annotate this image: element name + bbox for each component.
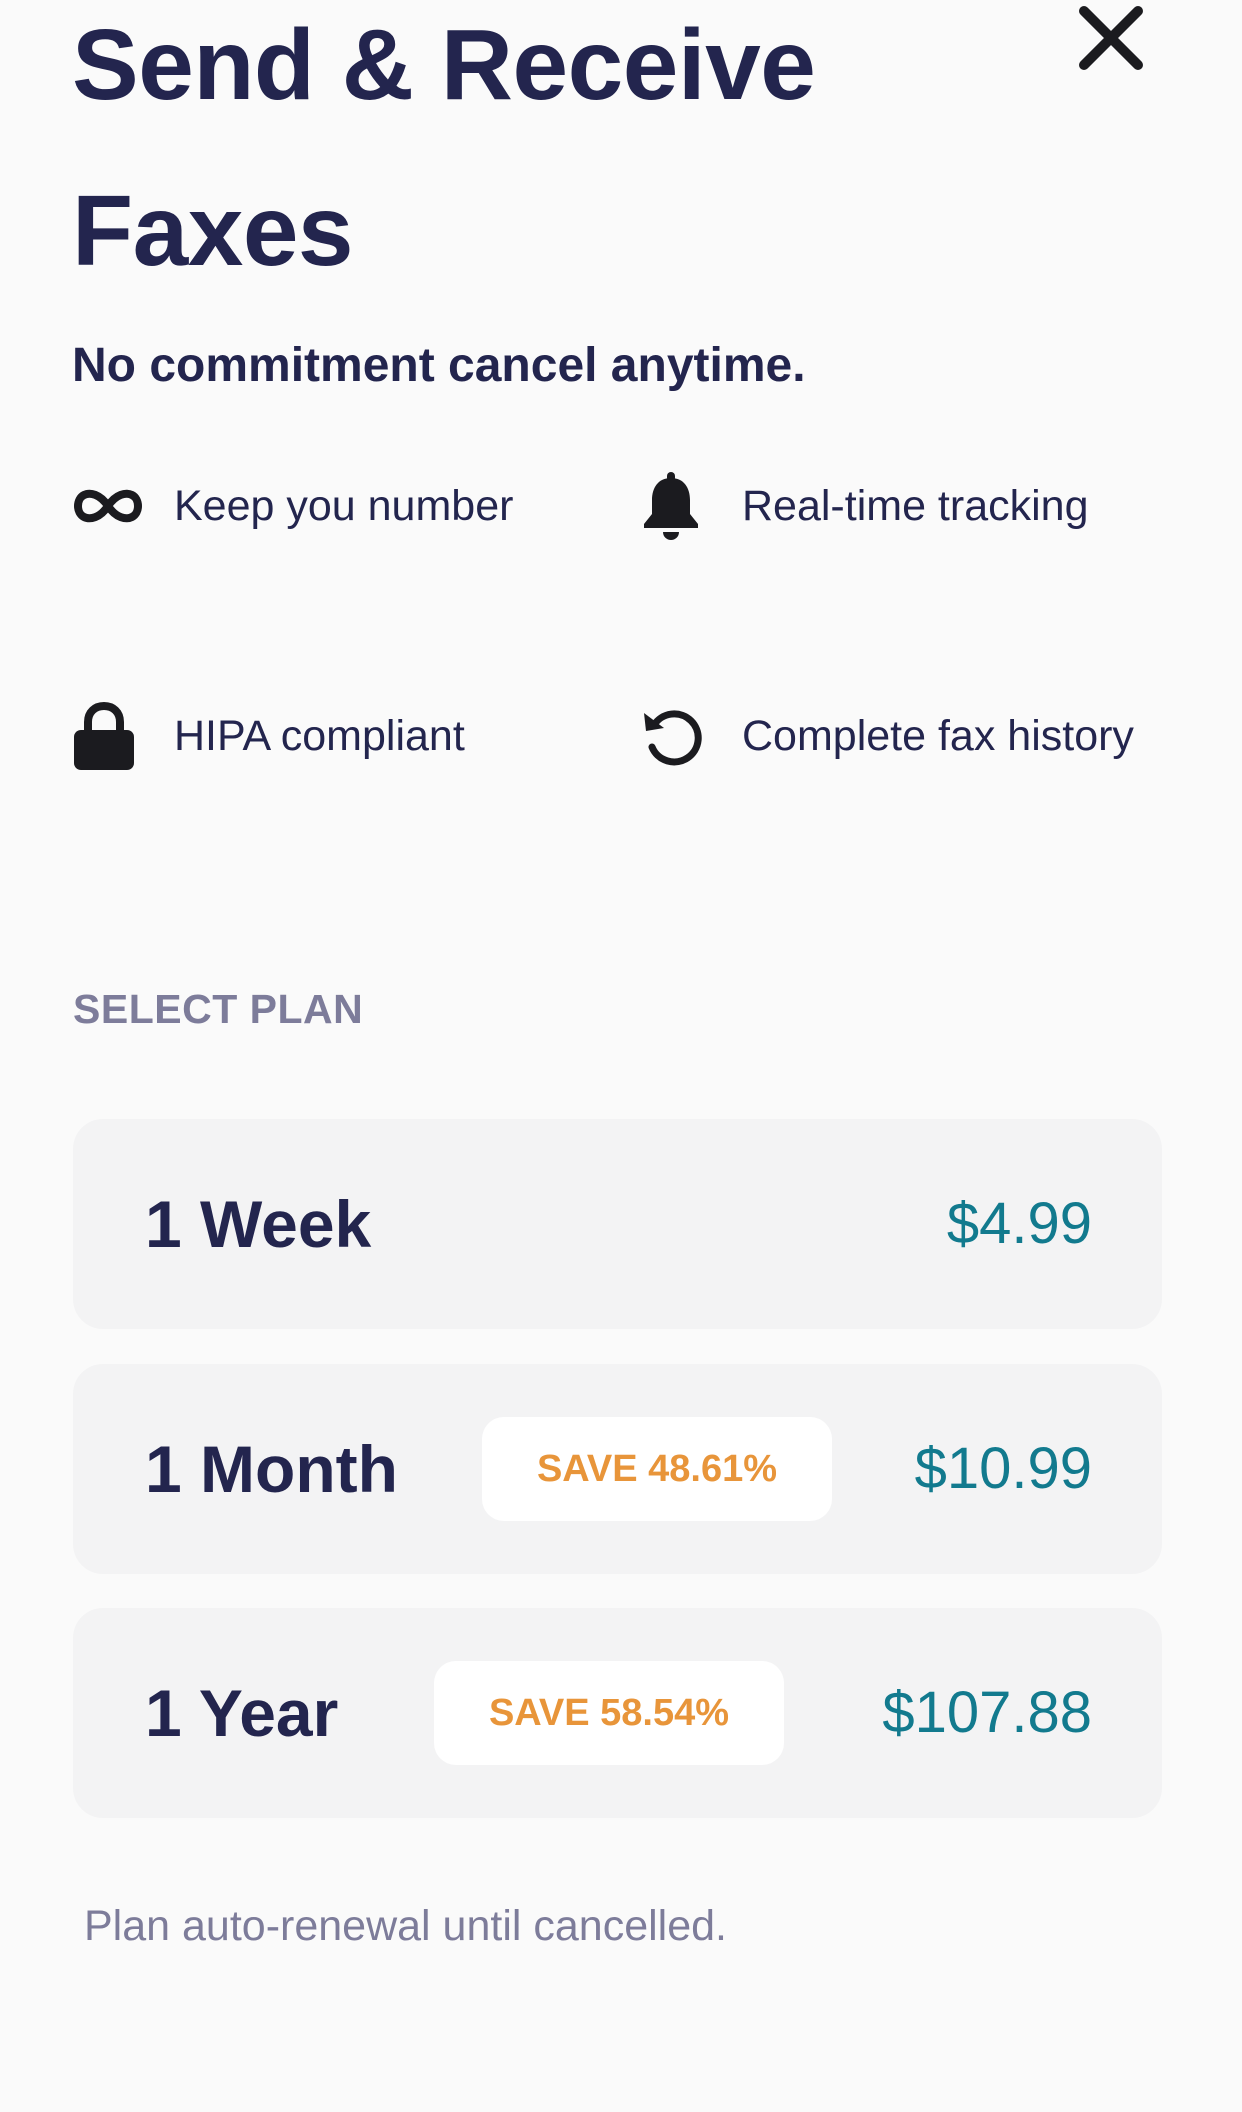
feature-label: Complete fax history bbox=[742, 711, 1134, 760]
history-icon bbox=[640, 696, 712, 776]
lock-icon bbox=[72, 696, 144, 776]
save-badge: SAVE 58.54% bbox=[434, 1661, 784, 1765]
plan-price: $4.99 bbox=[946, 1191, 1092, 1256]
plan-price: $10.99 bbox=[914, 1436, 1092, 1501]
feature-hipaa-compliant: HIPA compliant bbox=[72, 696, 465, 776]
subtitle: No commitment cancel anytime. bbox=[72, 339, 806, 392]
close-button[interactable] bbox=[1066, 0, 1156, 76]
plan-name: 1 Month bbox=[145, 1432, 398, 1506]
plan-name: 1 Week bbox=[145, 1187, 372, 1261]
select-plan-label: SELECT PLAN bbox=[73, 986, 364, 1032]
infinity-icon bbox=[72, 466, 144, 546]
close-icon bbox=[1078, 5, 1144, 71]
feature-real-time-tracking: Real-time tracking bbox=[640, 466, 1089, 546]
plan-name: 1 Year bbox=[145, 1676, 339, 1750]
save-badge: SAVE 48.61% bbox=[482, 1417, 832, 1521]
feature-label: Keep you number bbox=[174, 481, 514, 530]
feature-label: Real-time tracking bbox=[742, 481, 1089, 530]
feature-label: HIPA compliant bbox=[174, 711, 465, 760]
plan-option-week[interactable]: 1 Week $4.99 bbox=[73, 1119, 1162, 1329]
page-title: Send & Receive Faxes bbox=[72, 9, 816, 287]
plan-price: $107.88 bbox=[882, 1680, 1092, 1745]
feature-fax-history: Complete fax history bbox=[640, 696, 1134, 776]
bell-icon bbox=[640, 466, 712, 546]
plan-option-year[interactable]: 1 Year SAVE 58.54% $107.88 bbox=[73, 1608, 1162, 1818]
feature-keep-number: Keep you number bbox=[72, 466, 513, 546]
auto-renewal-note: Plan auto-renewal until cancelled. bbox=[84, 1902, 728, 1950]
plan-option-month[interactable]: 1 Month SAVE 48.61% $10.99 bbox=[73, 1364, 1162, 1574]
